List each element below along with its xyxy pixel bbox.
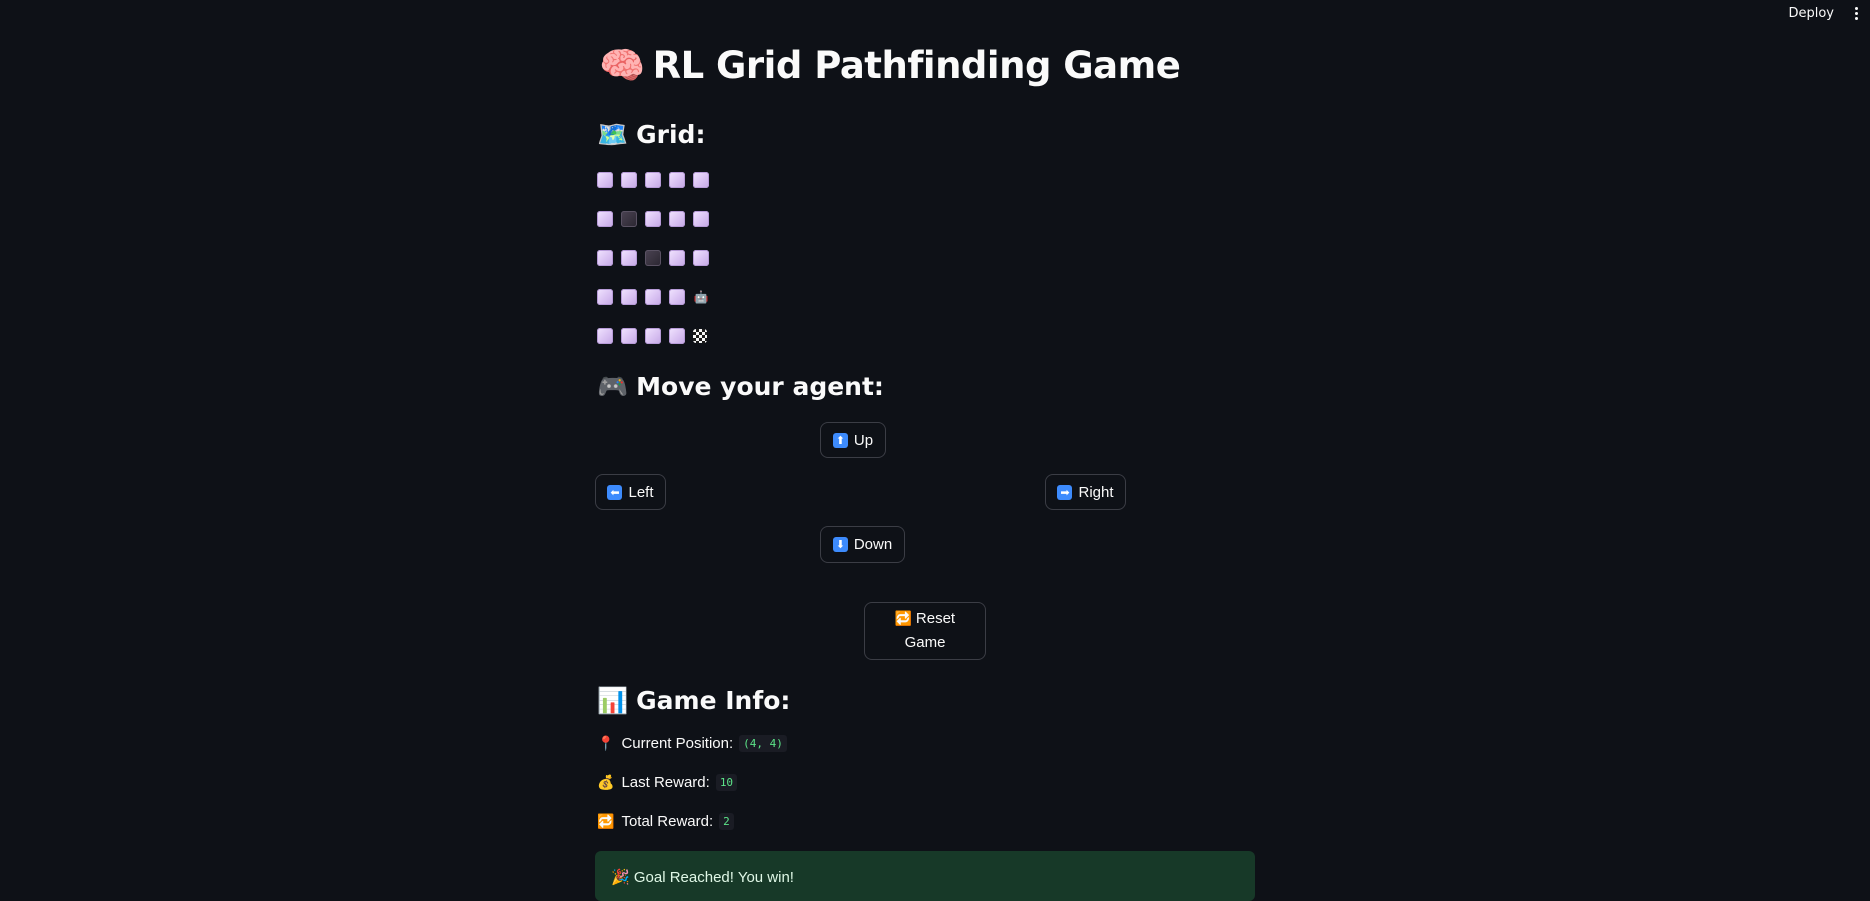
lavender-square-icon (669, 289, 685, 305)
lavender-square-icon (645, 328, 661, 344)
last-reward-value: 10 (715, 774, 738, 791)
left-button-label: Left (628, 483, 654, 501)
total-reward-line: 🔁 Total Reward: 2 (597, 813, 734, 830)
pin-icon: 📍 (597, 735, 615, 751)
grid-row (597, 250, 709, 266)
lavender-square-icon (693, 211, 709, 227)
black-square-icon (621, 211, 637, 227)
money-bag-icon: 💰 (597, 774, 615, 790)
top-toolbar: Deploy (0, 0, 1870, 28)
right-button[interactable]: ➡ Right (1045, 474, 1126, 510)
lavender-square-icon (645, 289, 661, 305)
current-position-label: Current Position: (621, 735, 734, 752)
lavender-square-icon (693, 172, 709, 188)
current-position-line: 📍 Current Position: (4, 4) (597, 735, 787, 752)
game-info-heading: 📊 Game Info: (597, 686, 790, 716)
grid-row (597, 211, 709, 227)
page-title-text: RL Grid Pathfinding Game (652, 44, 1181, 87)
lavender-square-icon (645, 172, 661, 188)
party-popper-icon: 🎉 (611, 869, 630, 886)
repeat-icon: 🔁 (597, 813, 615, 829)
controls-heading: 🎮 Move your agent: (597, 372, 884, 402)
black-square-icon (645, 250, 661, 266)
game-info-heading-text: Game Info: (636, 686, 791, 715)
lavender-square-icon (669, 328, 685, 344)
grid-heading: 🗺️ Grid: (597, 120, 705, 150)
grid-heading-text: Grid: (636, 120, 706, 149)
grid-row (597, 328, 707, 344)
last-reward-label: Last Reward: (621, 774, 710, 791)
lavender-square-icon (669, 250, 685, 266)
checkered-flag-icon (693, 329, 707, 343)
arrow-down-icon: ⬇ (832, 537, 848, 552)
robot-agent-icon: 🤖 (693, 290, 709, 304)
lavender-square-icon (597, 289, 613, 305)
lavender-square-icon (621, 172, 637, 188)
lavender-square-icon (621, 289, 637, 305)
reset-game-button[interactable]: 🔁 Reset Game (864, 602, 986, 660)
gamepad-icon: 🎮 (597, 372, 629, 401)
last-reward-line: 💰 Last Reward: 10 (597, 774, 738, 791)
lavender-square-icon (597, 211, 613, 227)
page-title: 🧠 RL Grid Pathfinding Game (599, 44, 1181, 88)
lavender-square-icon (669, 211, 685, 227)
arrow-left-icon: ⬅ (607, 484, 623, 500)
left-button[interactable]: ⬅ Left (595, 474, 666, 510)
reset-label-1: Reset (915, 610, 956, 627)
arrow-up-icon: ⬆ (832, 432, 848, 448)
lavender-square-icon (621, 328, 637, 344)
lavender-square-icon (597, 328, 613, 344)
up-button[interactable]: ⬆ Up (820, 422, 886, 458)
lavender-square-icon (645, 211, 661, 227)
down-button-label: Down (853, 536, 893, 553)
lavender-square-icon (597, 250, 613, 266)
reset-label-2: Game (904, 634, 946, 651)
up-button-label: Up (853, 431, 874, 449)
grid-row (597, 172, 709, 188)
total-reward-label: Total Reward: (621, 813, 714, 830)
arrow-right-icon: ➡ (1057, 484, 1073, 500)
lavender-square-icon (621, 250, 637, 266)
reset-line-1: 🔁 Reset (895, 607, 955, 631)
total-reward-value: 2 (719, 813, 734, 830)
repeat-icon: 🔁 (894, 611, 913, 627)
more-options-icon[interactable] (1848, 4, 1864, 22)
current-position-value: (4, 4) (739, 735, 787, 752)
lavender-square-icon (693, 250, 709, 266)
success-message: Goal Reached! You win! (633, 869, 794, 886)
brain-icon: 🧠 (599, 44, 645, 87)
controls-heading-text: Move your agent: (636, 372, 884, 401)
grid-row: 🤖 (597, 289, 709, 305)
down-button[interactable]: ⬇ Down (820, 526, 905, 563)
right-button-label: Right (1078, 483, 1114, 501)
lavender-square-icon (669, 172, 685, 188)
bar-chart-icon: 📊 (597, 686, 629, 715)
map-icon: 🗺️ (597, 120, 629, 149)
success-alert: 🎉 Goal Reached! You win! (595, 851, 1255, 901)
lavender-square-icon (597, 172, 613, 188)
deploy-button[interactable]: Deploy (1788, 6, 1834, 21)
